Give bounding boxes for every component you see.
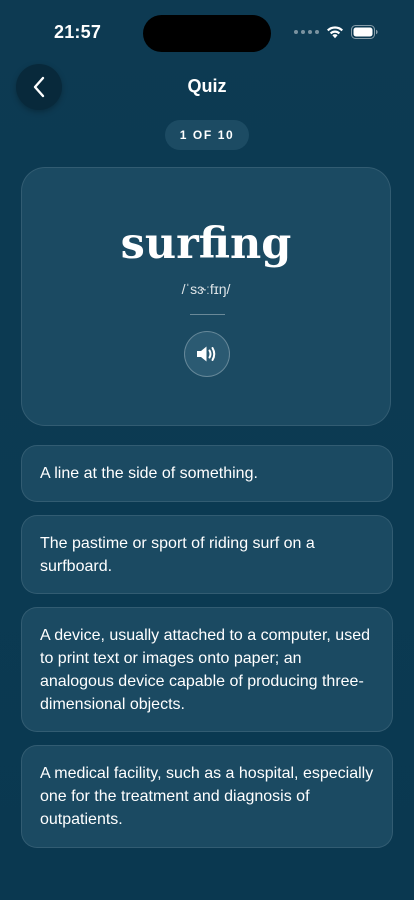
answer-option-3[interactable]: A device, usually attached to a computer… xyxy=(21,607,393,732)
answer-option-text: A device, usually attached to a computer… xyxy=(40,626,370,713)
answer-option-2[interactable]: The pastime or sport of riding surf on a… xyxy=(21,515,393,594)
status-time: 21:57 xyxy=(54,22,102,42)
battery-icon xyxy=(351,25,378,39)
answer-option-text: The pastime or sport of riding surf on a… xyxy=(40,534,315,575)
status-icons xyxy=(294,25,378,39)
wifi-icon xyxy=(326,25,344,39)
word-card: surfing /ˈsɝːfɪŋ/ xyxy=(21,167,391,426)
answer-option-text: A medical facility, such as a hospital, … xyxy=(40,765,374,828)
cellular-signal-icon xyxy=(294,30,319,34)
answer-option-1[interactable]: A line at the side of something. xyxy=(21,445,393,502)
play-pronunciation-button[interactable] xyxy=(184,331,230,377)
status-bar: 21:57 xyxy=(0,0,414,62)
answer-option-text: A line at the side of something. xyxy=(40,465,258,482)
card-divider xyxy=(190,314,225,315)
quiz-word: surfing xyxy=(120,219,292,269)
question-progress-badge: 1 OF 10 xyxy=(165,120,249,150)
page-title: Quiz xyxy=(187,76,227,96)
answer-option-4[interactable]: A medical facility, such as a hospital, … xyxy=(21,745,393,848)
quiz-screen: 21:57 Quiz 1 OF 10 surfing /ˈsɝːfɪŋ/ A l… xyxy=(0,0,414,900)
speaker-icon xyxy=(197,346,216,362)
dynamic-island xyxy=(143,15,271,52)
pronunciation: /ˈsɝːfɪŋ/ xyxy=(181,281,231,297)
